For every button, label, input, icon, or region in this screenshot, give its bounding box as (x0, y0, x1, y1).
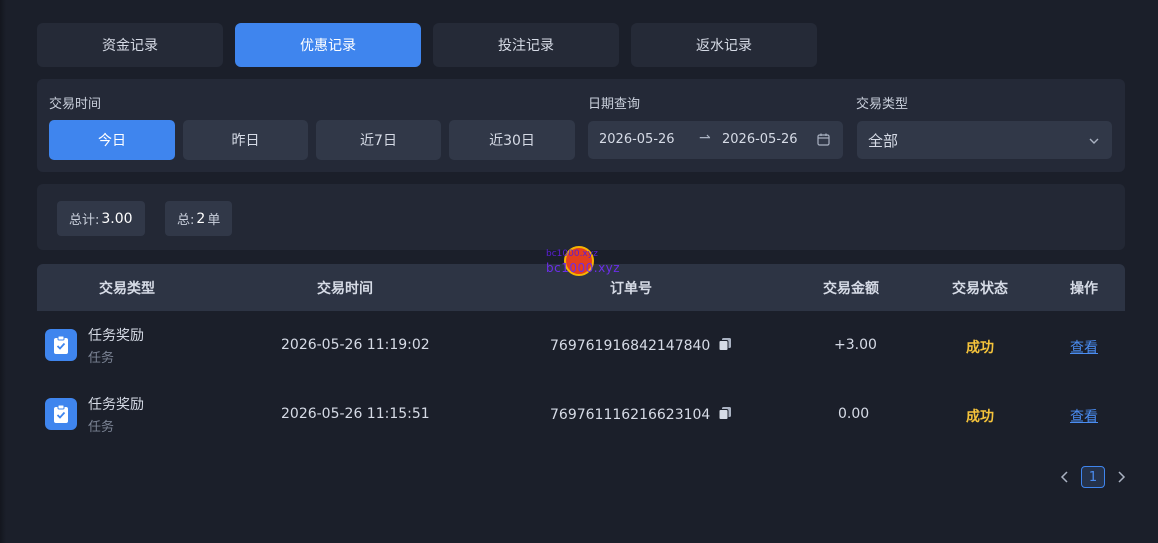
view-link[interactable]: 查看 (1070, 337, 1098, 357)
range-arrow-icon: ⇀ (699, 130, 711, 146)
quick-7days-button[interactable]: 近7日 (316, 120, 441, 160)
date-end[interactable]: 2026-05-26 (722, 132, 798, 147)
page-number[interactable]: 1 (1081, 466, 1105, 488)
row-type: 任务奖励 (88, 397, 144, 413)
record-tabs: 资金记录 优惠记录 投注记录 返水记录 (37, 23, 817, 67)
copy-icon[interactable] (718, 406, 732, 424)
date-query-label: 日期查询 (588, 97, 641, 112)
date-start[interactable]: 2026-05-26 (599, 132, 675, 147)
clipboard-check-icon (45, 329, 77, 361)
filter-panel: 交易时间 今日 昨日 近7日 近30日 日期查询 2026-05-26 ⇀ 20… (37, 79, 1125, 172)
row-order-number: 769761916842147840 (550, 338, 711, 354)
transaction-type-value: 全部 (868, 132, 899, 150)
col-time: 交易时间 (317, 281, 373, 297)
col-type: 交易类型 (99, 281, 155, 297)
row-status: 成功 (966, 409, 994, 425)
page: 资金记录 优惠记录 投注记录 返水记录 交易时间 今日 昨日 近7日 近30日 … (0, 0, 1158, 543)
quick-today-button[interactable]: 今日 (49, 120, 175, 160)
copy-icon[interactable] (718, 337, 732, 355)
view-link[interactable]: 查看 (1070, 406, 1098, 426)
edge-shadow (0, 0, 6, 543)
row-amount: +3.00 (834, 337, 877, 353)
date-range-picker[interactable]: 2026-05-26 ⇀ 2026-05-26 (588, 121, 843, 159)
transaction-time-label: 交易时间 (49, 97, 102, 112)
col-status: 交易状态 (952, 281, 1008, 297)
watermark-line1: bc1000.xyz (546, 249, 598, 259)
count-label: 总: (177, 213, 195, 228)
col-amount: 交易金额 (823, 281, 879, 297)
next-page-icon[interactable] (1113, 466, 1129, 488)
table-row: 任务奖励 任务 2026-05-26 11:15:51 769761116216… (37, 380, 1125, 449)
total-count-chip: 总: 2 单 (165, 201, 233, 236)
prev-page-icon[interactable] (1057, 466, 1073, 488)
row-time: 2026-05-26 11:15:51 (281, 406, 430, 422)
tab-promo-records[interactable]: 优惠记录 (235, 23, 421, 67)
tab-rebate-records[interactable]: 返水记录 (631, 23, 817, 67)
quick-yesterday-button[interactable]: 昨日 (183, 120, 308, 160)
row-time: 2026-05-26 11:19:02 (281, 337, 430, 353)
pagination: 1 (1057, 466, 1129, 488)
row-order: 769761116216623104 (550, 406, 732, 424)
transaction-type-label: 交易类型 (856, 97, 909, 112)
total-label: 总计: (69, 213, 100, 228)
watermark-line2: bc1000.xyz (546, 261, 621, 275)
row-order: 769761916842147840 (550, 337, 732, 355)
chevron-down-icon (1088, 133, 1100, 151)
row-order-number: 769761116216623104 (550, 407, 711, 423)
count-value: 2 (196, 210, 206, 227)
total-value: 3.00 (101, 210, 133, 227)
row-subtype: 任务 (88, 420, 115, 435)
table-row: 任务奖励 任务 2026-05-26 11:19:02 769761916842… (37, 311, 1125, 380)
row-subtype: 任务 (88, 351, 115, 366)
calendar-icon[interactable] (817, 133, 830, 150)
watermark: bc1000.xyz bc1000.xyz (546, 246, 624, 276)
row-amount: 0.00 (838, 406, 870, 422)
row-status: 成功 (966, 340, 994, 356)
quick-30days-button[interactable]: 近30日 (449, 120, 575, 160)
tab-bet-records[interactable]: 投注记录 (433, 23, 619, 67)
col-action: 操作 (1070, 281, 1098, 297)
total-amount-chip: 总计: 3.00 (57, 201, 145, 236)
count-unit: 单 (207, 213, 221, 228)
tab-fund-records[interactable]: 资金记录 (37, 23, 223, 67)
row-type: 任务奖励 (88, 328, 144, 344)
clipboard-check-icon (45, 398, 77, 430)
col-order: 订单号 (610, 281, 652, 297)
transaction-type-select[interactable]: 全部 (857, 121, 1112, 159)
summary-panel: 总计: 3.00 总: 2 单 (37, 184, 1125, 250)
